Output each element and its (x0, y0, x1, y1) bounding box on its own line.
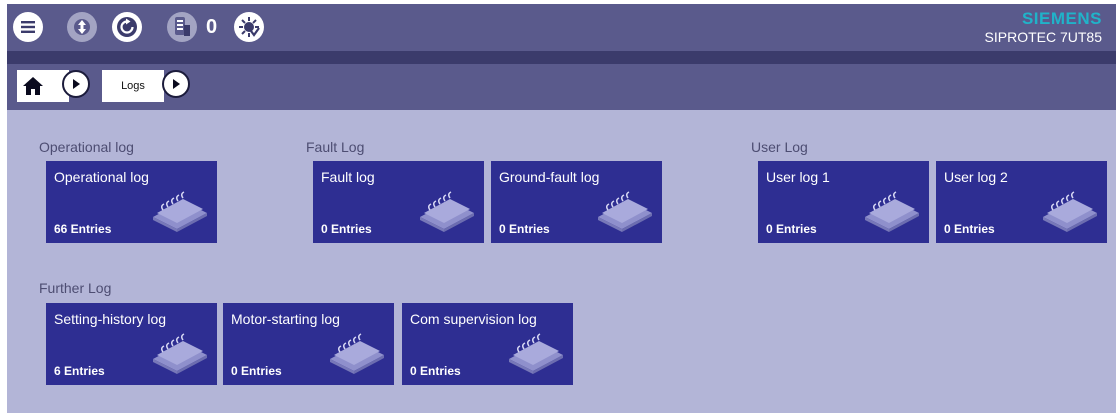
tile-setting-history-log[interactable]: Setting-history log 6 Entries (46, 303, 217, 385)
device-button[interactable] (167, 12, 197, 42)
section-title-fault: Fault Log (306, 139, 365, 155)
tile-com-supervision-log[interactable]: Com supervision log 0 Entries (402, 303, 573, 385)
device-icon (175, 17, 190, 36)
top-toolbar: 0 SIEMENS SIPROTEC 7UT85 (7, 4, 1116, 51)
tile-entry-count: 6 Entries (54, 364, 105, 378)
tile-name: Motor-starting log (231, 311, 340, 327)
section-title-user: User Log (751, 139, 808, 155)
tile-name: Fault log (321, 169, 375, 185)
load-config-button[interactable] (67, 12, 97, 42)
tile-name: Setting-history log (54, 311, 167, 327)
app-frame: 0 SIEMENS SIPROTEC 7UT85 Logs Operationa… (7, 4, 1116, 413)
breadcrumb-next-button[interactable] (62, 70, 90, 98)
tile-user-log-1[interactable]: User log 1 0 Entries (758, 161, 929, 243)
menu-icon (21, 21, 35, 33)
logbook-icon (864, 191, 920, 233)
logbook-icon (508, 333, 564, 375)
tile-name: User log 1 (766, 169, 830, 185)
tile-operational-log[interactable]: Operational log 66 Entries (46, 161, 217, 243)
tile-name: User log 2 (944, 169, 1008, 185)
tile-motor-starting-log[interactable]: Motor-starting log 0 Entries (223, 303, 394, 385)
menu-button[interactable] (13, 12, 43, 42)
tile-entry-count: 0 Entries (410, 364, 461, 378)
tile-name: Operational log (54, 169, 149, 185)
toolbar-separator (7, 51, 1116, 64)
home-icon (23, 77, 43, 95)
tile-ground-fault-log[interactable]: Ground-fault log 0 Entries (491, 161, 662, 243)
led-button[interactable] (234, 12, 264, 42)
tile-user-log-2[interactable]: User log 2 0 Entries (936, 161, 1107, 243)
logbook-icon (152, 191, 208, 233)
notification-counter: 0 (206, 16, 218, 38)
chevron-right-icon (173, 79, 180, 89)
logbook-icon (597, 191, 653, 233)
tile-entry-count: 0 Entries (321, 222, 372, 236)
tile-fault-log[interactable]: Fault log 0 Entries (313, 161, 484, 243)
section-title-operational: Operational log (39, 139, 134, 155)
refresh-button[interactable] (112, 12, 142, 42)
tile-name: Ground-fault log (499, 169, 600, 185)
logbook-icon (419, 191, 475, 233)
breadcrumb-next-button-2[interactable] (162, 70, 190, 98)
logbook-icon (152, 333, 208, 375)
refresh-icon (117, 17, 137, 37)
chevron-right-icon (73, 79, 80, 89)
device-name: SIPROTEC 7UT85 (984, 29, 1102, 45)
load-config-icon (74, 19, 90, 35)
siemens-logo: SIEMENS (1021, 9, 1102, 28)
logbook-icon (329, 333, 385, 375)
led-icon (239, 17, 260, 37)
section-title-further: Further Log (39, 280, 112, 296)
tile-name: Com supervision log (410, 311, 537, 327)
tile-entry-count: 0 Entries (231, 364, 282, 378)
tile-entry-count: 66 Entries (54, 222, 112, 236)
breadcrumb-current[interactable]: Logs (102, 70, 164, 102)
logbook-icon (1042, 191, 1098, 233)
tile-entry-count: 0 Entries (944, 222, 995, 236)
breadcrumb: Logs (7, 64, 1116, 110)
tile-entry-count: 0 Entries (766, 222, 817, 236)
tile-entry-count: 0 Entries (499, 222, 550, 236)
brand-block: SIEMENS SIPROTEC 7UT85 (985, 10, 1102, 46)
